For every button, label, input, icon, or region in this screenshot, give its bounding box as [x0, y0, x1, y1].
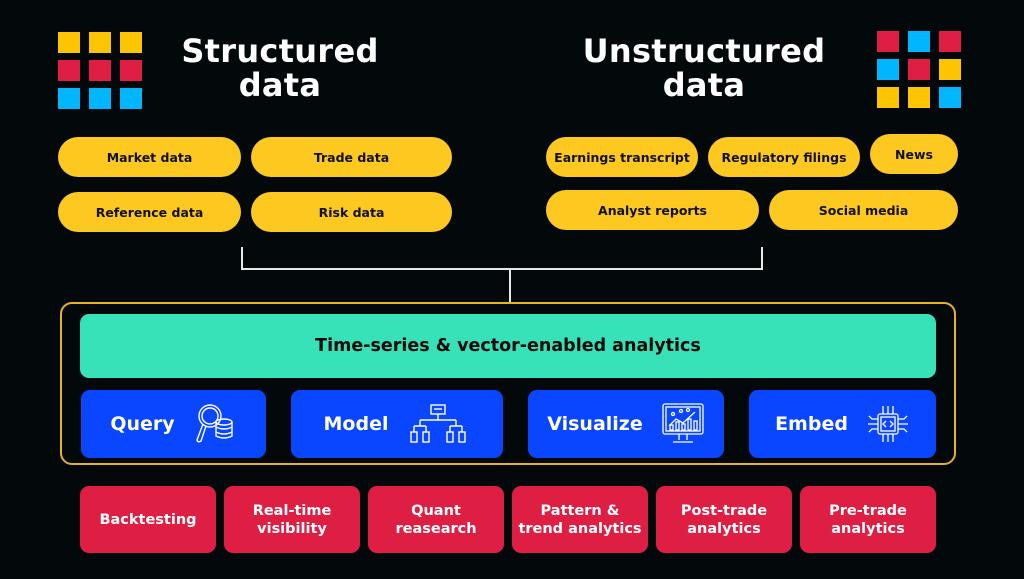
logo-square — [939, 87, 961, 108]
logo-square — [908, 87, 930, 108]
capability-label: Query — [110, 413, 175, 435]
logo-square — [908, 31, 930, 52]
logo-square — [58, 60, 80, 81]
source-pill-risk-data: Risk data — [251, 192, 452, 232]
use-case-real-time-visibility: Real-time visibility — [224, 486, 360, 553]
chip-code-icon — [867, 406, 908, 442]
logo-square — [58, 88, 80, 109]
logo-square — [120, 60, 142, 81]
capability-query: Query — [81, 390, 266, 458]
source-pill-earnings-transcript: Earnings transcript — [546, 137, 698, 177]
logo-square — [939, 59, 961, 80]
magnifier-database-icon — [195, 404, 233, 443]
use-case-quant-research: Quant reasearch — [368, 486, 504, 553]
logo-square — [89, 60, 111, 81]
capability-label: Visualize — [547, 413, 643, 435]
structured-logo-grid — [58, 32, 142, 109]
connector-left-drop — [241, 247, 243, 269]
use-case-pattern-trend-analytics: Pattern & trend analytics — [512, 486, 648, 553]
use-case-pre-trade-analytics: Pre-trade analytics — [800, 486, 936, 553]
monitor-chart-icon — [662, 403, 704, 443]
source-pill-social-media: Social media — [769, 190, 958, 230]
logo-square — [120, 88, 142, 109]
logo-square — [908, 59, 930, 80]
capability-embed: Embed — [749, 390, 936, 458]
hierarchy-icon — [410, 404, 467, 443]
logo-square — [877, 59, 899, 80]
logo-square — [939, 31, 961, 52]
connector-right-drop — [761, 247, 763, 269]
source-pill-analyst-reports: Analyst reports — [546, 190, 759, 230]
source-pill-news: News — [870, 134, 958, 174]
use-case-backtesting: Backtesting — [80, 486, 216, 553]
unstructured-title: Unstructured data — [570, 34, 838, 102]
logo-square — [89, 32, 111, 53]
capability-label: Embed — [775, 413, 848, 435]
capability-visualize: Visualize — [528, 390, 724, 458]
unstructured-title-line1: Unstructured — [582, 32, 826, 70]
structured-title-line1: Structured — [181, 32, 379, 70]
connector-center-drop — [509, 269, 511, 302]
unstructured-title-line2: data — [662, 66, 746, 104]
structured-title: Structured data — [170, 34, 390, 102]
logo-square — [89, 88, 111, 109]
unstructured-logo-grid — [877, 31, 961, 108]
structured-title-line2: data — [238, 66, 322, 104]
logo-square — [120, 32, 142, 53]
use-case-post-trade-analytics: Post-trade analytics — [656, 486, 792, 553]
source-pill-regulatory-filings: Regulatory filings — [708, 137, 860, 177]
connector-horizontal — [241, 268, 763, 270]
logo-square — [877, 87, 899, 108]
logo-square — [877, 31, 899, 52]
source-pill-market-data: Market data — [58, 137, 241, 177]
capability-model: Model — [291, 390, 503, 458]
logo-square — [58, 32, 80, 53]
analytics-banner: Time-series & vector-enabled analytics — [80, 314, 936, 378]
capability-label: Model — [323, 413, 389, 435]
source-pill-reference-data: Reference data — [58, 192, 241, 232]
source-pill-trade-data: Trade data — [251, 137, 452, 177]
